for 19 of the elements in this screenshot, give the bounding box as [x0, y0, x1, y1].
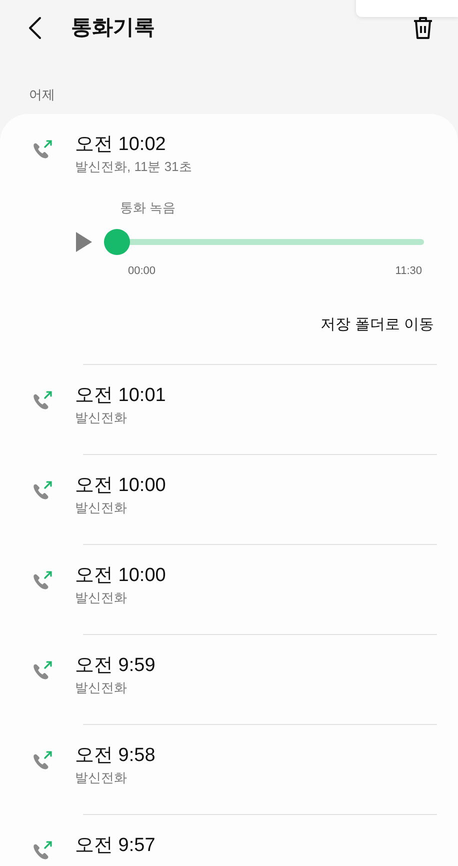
call-detail: 발신전화	[75, 409, 128, 427]
call-detail: 발신전화	[75, 499, 128, 517]
call-detail: 발신전화	[75, 769, 128, 787]
call-time: 오전 10:00	[75, 474, 166, 498]
recording-label: 통화 녹음	[119, 198, 177, 216]
page-title: 통화기록	[71, 15, 155, 42]
call-time: 오전 10:02	[75, 132, 167, 156]
call-detail: 발신전화	[75, 679, 128, 697]
elapsed-time: 00:00	[128, 264, 156, 279]
call-time: 오전 9:57	[75, 834, 156, 858]
section-label: 어제	[28, 86, 56, 104]
call-time: 오전 10:01	[75, 384, 166, 408]
move-to-folder-link[interactable]: 저장 폴더로 이동	[320, 314, 434, 336]
call-time: 오전 10:00	[75, 564, 166, 588]
call-time: 오전 9:58	[75, 744, 156, 768]
total-time: 11:30	[395, 264, 422, 279]
call-time: 오전 9:59	[75, 654, 156, 678]
call-detail: 발신전화	[75, 589, 128, 607]
call-detail: 발신전화, 11분 31초	[75, 158, 192, 176]
